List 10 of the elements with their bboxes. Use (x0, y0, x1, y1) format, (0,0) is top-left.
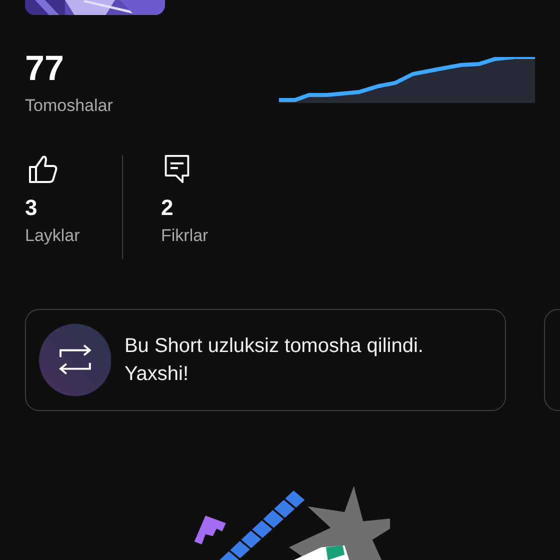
stat-value: 3 (25, 194, 38, 221)
comment-icon (164, 154, 190, 183)
insight-text: Bu Short uzluksiz tomosha qilindi. Yaxshi! (124, 334, 424, 387)
stat-label: Fikrlar (161, 224, 208, 247)
stat-label: Layklar (25, 224, 80, 247)
stat-value: 2 (161, 194, 174, 221)
views-count: 77 (25, 48, 65, 89)
views-label: Tomoshalar (25, 94, 113, 117)
thumbs-up-icon (28, 154, 58, 183)
repeat-icon (39, 322, 112, 397)
